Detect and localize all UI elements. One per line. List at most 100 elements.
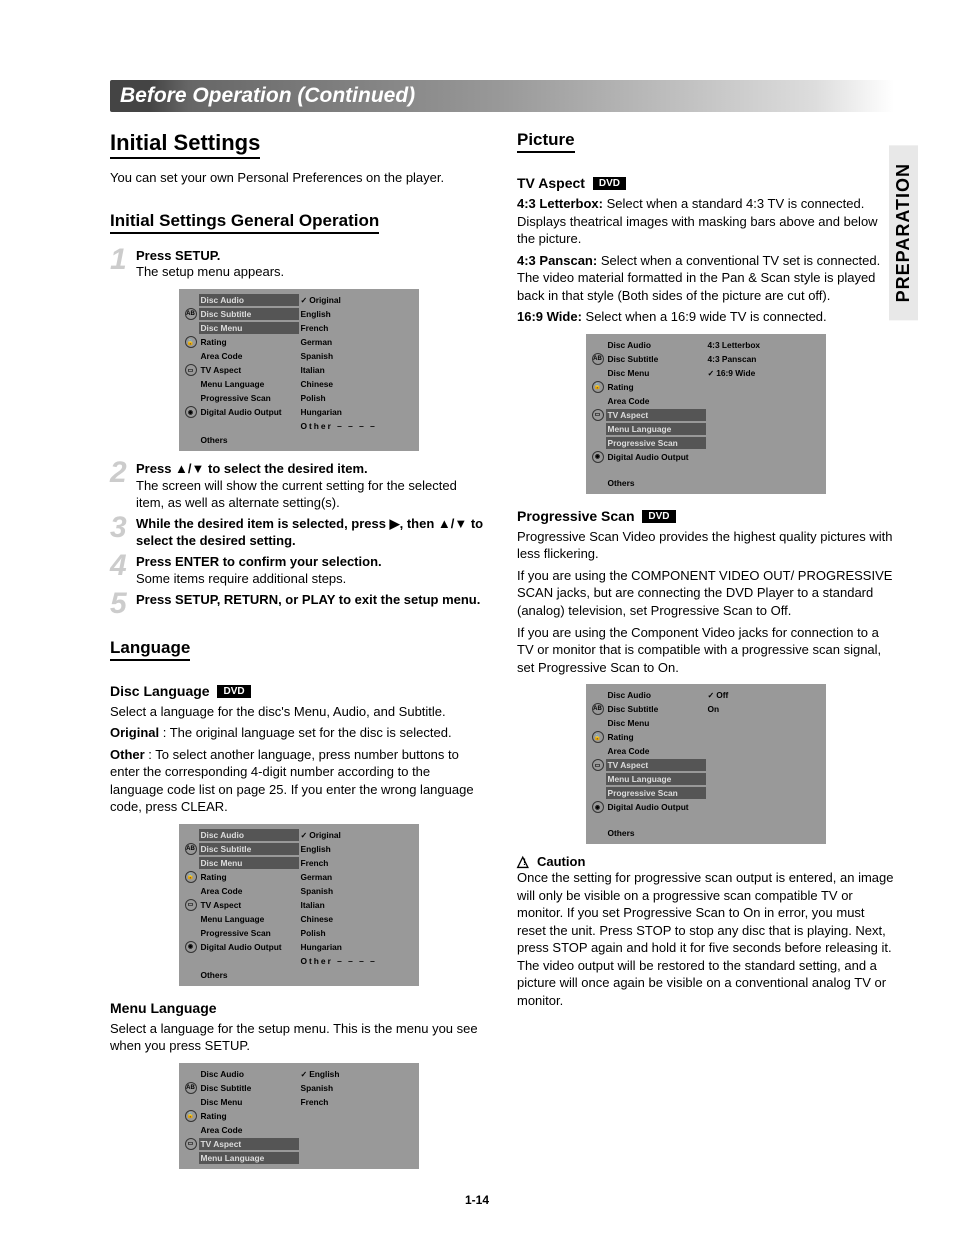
menu-item: Others bbox=[199, 969, 299, 981]
step-rest: Some items require additional steps. bbox=[136, 571, 346, 586]
menu-item: TV Aspect bbox=[199, 899, 299, 911]
dvd-badge: DVD bbox=[217, 685, 250, 698]
disc-lang-other: Other : To select another language, pres… bbox=[110, 746, 487, 816]
menu-item: Area Code bbox=[199, 350, 299, 362]
step-rest: The setup menu appears. bbox=[136, 264, 284, 279]
menu-option: 16:9 Wide bbox=[706, 367, 758, 379]
step-num: 4 bbox=[110, 554, 132, 588]
menu-item: Disc Audio bbox=[606, 339, 706, 351]
label-desc: : The original language set for the disc… bbox=[159, 725, 451, 740]
menu-item: Rating bbox=[606, 731, 706, 743]
menu-option: Off bbox=[706, 689, 731, 701]
heading-text: Disc Language bbox=[110, 683, 210, 699]
caution-label: Caution bbox=[537, 854, 585, 869]
step-rest: The screen will show the current setting… bbox=[136, 478, 457, 510]
step-bold: Press ENTER to confirm your selection. bbox=[136, 554, 382, 569]
h3-tv-aspect: TV Aspect DVD bbox=[517, 175, 894, 191]
aspect-43lb: 4:3 Letterbox: Select when a standard 4:… bbox=[517, 195, 894, 248]
step-num: 5 bbox=[110, 592, 132, 616]
menu-item: TV Aspect bbox=[606, 759, 706, 771]
menu-option: French bbox=[299, 322, 331, 334]
menu-item: Disc Menu bbox=[199, 857, 299, 869]
h2-picture: Picture bbox=[517, 130, 575, 153]
aspect-43ps: 4:3 Panscan: Select when a conventional … bbox=[517, 252, 894, 305]
h3-disc-language: Disc Language DVD bbox=[110, 683, 487, 699]
menu-option: German bbox=[299, 871, 335, 883]
step-4: 4 Press ENTER to confirm your selection.… bbox=[110, 554, 487, 588]
audio-icon: ◉ bbox=[185, 941, 197, 953]
menu-option: Spanish bbox=[299, 350, 336, 362]
menu-item: Progressive Scan bbox=[606, 437, 706, 449]
screen-icon: ▭ bbox=[185, 899, 197, 911]
menu-item: Digital Audio Output bbox=[199, 406, 299, 418]
setup-menu-screenshot-progressive: Disc AudioOff ABDisc SubtitleOn Disc Men… bbox=[586, 684, 826, 844]
label-bold: 4:3 Letterbox: bbox=[517, 196, 603, 211]
label-bold: 16:9 Wide: bbox=[517, 309, 582, 324]
menu-option: Original bbox=[299, 294, 343, 306]
menu-item: Disc Subtitle bbox=[199, 843, 299, 855]
menu-item: Menu Language bbox=[199, 1152, 299, 1164]
page-number: 1-14 bbox=[0, 1193, 954, 1207]
step-3: 3 While the desired item is selected, pr… bbox=[110, 516, 487, 550]
step-bold: While the desired item is selected, pres… bbox=[136, 516, 483, 548]
prog-p2: If you are using the COMPONENT VIDEO OUT… bbox=[517, 567, 894, 620]
menu-item: Digital Audio Output bbox=[606, 451, 706, 463]
menu-item: Disc Subtitle bbox=[199, 308, 299, 320]
menu-item: Rating bbox=[606, 381, 706, 393]
menu-option: On bbox=[706, 703, 722, 715]
menu-option: English bbox=[299, 843, 333, 855]
menu-item: Others bbox=[199, 434, 299, 446]
menu-option: English bbox=[299, 308, 333, 320]
side-tab-preparation: PREPARATION bbox=[889, 145, 918, 320]
aspect-169: 16:9 Wide: Select when a 16:9 wide TV is… bbox=[517, 308, 894, 326]
menu-item: TV Aspect bbox=[199, 1138, 299, 1150]
menu-option: 4:3 Panscan bbox=[706, 353, 759, 365]
label-desc: Select when a 16:9 wide TV is connected. bbox=[582, 309, 827, 324]
screen-icon: ▭ bbox=[185, 364, 197, 376]
audio-icon: ◉ bbox=[592, 451, 604, 463]
menu-option: Italian bbox=[299, 364, 327, 376]
h3-progressive-scan: Progressive Scan DVD bbox=[517, 508, 894, 524]
menu-item: Disc Menu bbox=[199, 1096, 299, 1108]
menu-item: Disc Audio bbox=[199, 294, 299, 306]
menu-option: Original bbox=[299, 829, 343, 841]
prog-p3: If you are using the Component Video jac… bbox=[517, 624, 894, 677]
audio-icon: ◉ bbox=[592, 801, 604, 813]
menu-item: Area Code bbox=[199, 885, 299, 897]
heading-text: Progressive Scan bbox=[517, 508, 635, 524]
abc-icon: AB bbox=[592, 703, 604, 715]
menu-item: Disc Menu bbox=[606, 717, 706, 729]
dvd-badge: DVD bbox=[593, 177, 626, 190]
audio-icon: ◉ bbox=[185, 406, 197, 418]
menu-option: Hungarian bbox=[299, 406, 344, 418]
setup-menu-screenshot-2: Disc AudioOriginal ABDisc SubtitleEnglis… bbox=[179, 824, 419, 986]
menu-item: Digital Audio Output bbox=[606, 801, 706, 813]
menu-item: Disc Menu bbox=[606, 367, 706, 379]
caution-heading: Caution bbox=[517, 854, 894, 869]
left-column: Initial Settings You can set your own Pe… bbox=[110, 130, 487, 1179]
lock-icon: 🔒 bbox=[185, 336, 197, 348]
menu-item: Disc Audio bbox=[199, 829, 299, 841]
disc-lang-original: Original : The original language set for… bbox=[110, 724, 487, 742]
label-desc: : To select another language, press numb… bbox=[110, 747, 474, 815]
menu-option: Other – – – – bbox=[299, 955, 379, 967]
menu-item: Others bbox=[606, 477, 706, 489]
menu-option: Spanish bbox=[299, 1082, 336, 1094]
label-bold: Other bbox=[110, 747, 145, 762]
menu-item: Disc Subtitle bbox=[606, 353, 706, 365]
menu-item: Disc Audio bbox=[199, 1068, 299, 1080]
menu-item: Area Code bbox=[199, 1124, 299, 1136]
menu-item: Rating bbox=[199, 336, 299, 348]
step-bold: Press SETUP. bbox=[136, 248, 220, 263]
step-1: 1 Press SETUP.The setup menu appears. bbox=[110, 248, 487, 282]
menu-item: Disc Subtitle bbox=[199, 1082, 299, 1094]
prog-p1: Progressive Scan Video provides the high… bbox=[517, 528, 894, 563]
lock-icon: 🔒 bbox=[185, 871, 197, 883]
setup-menu-screenshot-1: Disc AudioOriginal ABDisc SubtitleEnglis… bbox=[179, 289, 419, 451]
menu-option: Polish bbox=[299, 927, 328, 939]
menu-item: Disc Audio bbox=[606, 689, 706, 701]
caution-text: Once the setting for progressive scan ou… bbox=[517, 869, 894, 1009]
menu-option: Chinese bbox=[299, 378, 336, 390]
menu-item: Progressive Scan bbox=[199, 927, 299, 939]
menu-option: Italian bbox=[299, 899, 327, 911]
